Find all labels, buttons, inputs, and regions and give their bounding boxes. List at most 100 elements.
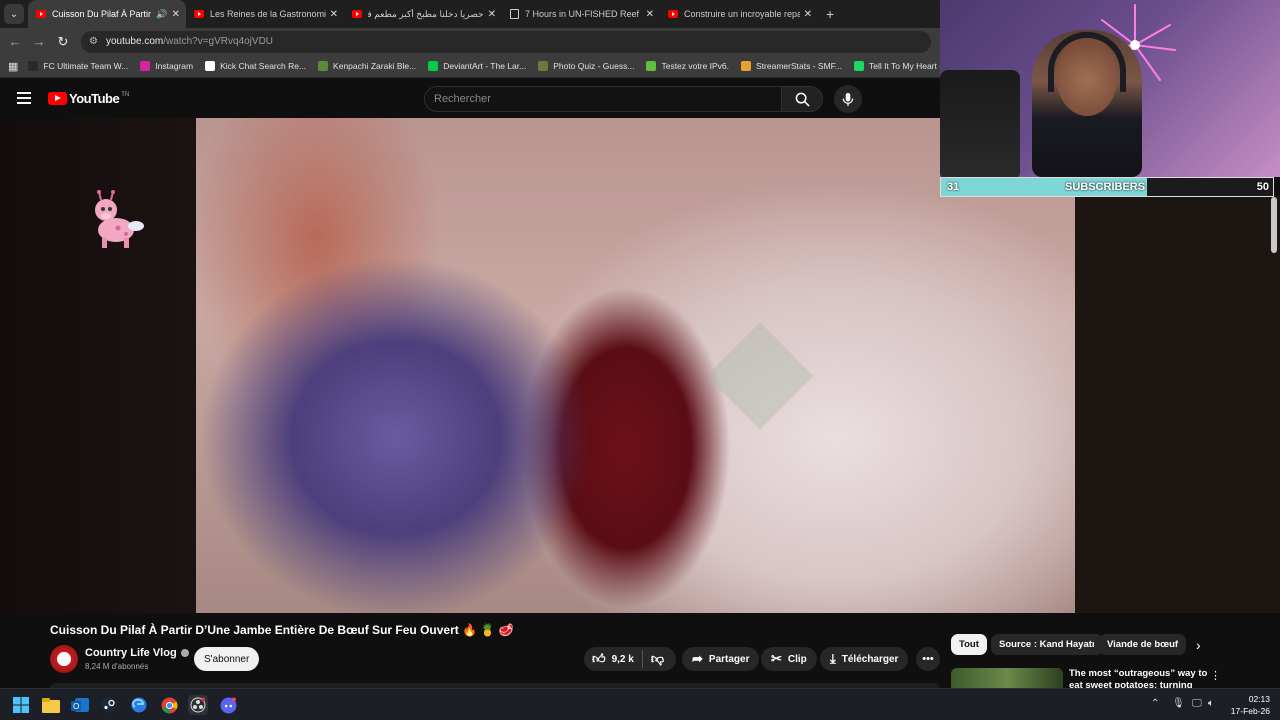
youtube-icon xyxy=(352,10,362,18)
chair xyxy=(940,70,1020,177)
microphone-tray-icon[interactable]: 🎙︎ xyxy=(1172,698,1185,709)
logo-text: YouTube xyxy=(69,91,120,106)
bookmark-item[interactable]: Kick Chat Search Re... xyxy=(205,61,306,71)
page-icon xyxy=(510,9,519,19)
windows-start-icon[interactable] xyxy=(11,695,31,715)
bookmark-label: FC Ultimate Team W... xyxy=(43,61,129,71)
subscriber-goal: 50 xyxy=(1256,181,1269,193)
more-icon: ••• xyxy=(922,653,934,665)
bookmark-item[interactable]: DeviantArt - The Lar... xyxy=(428,61,526,71)
bookmark-favicon-icon xyxy=(646,61,657,71)
system-clock[interactable]: 02:13 17-Feb-26 xyxy=(1231,693,1270,717)
chip-beef[interactable]: Viande de bœuf xyxy=(1099,634,1187,655)
tab-search-dropdown-icon[interactable]: ⌄ xyxy=(4,4,24,24)
show-hidden-icons-icon[interactable]: ⌃ xyxy=(1151,698,1159,709)
thumbs-up-icon: 👍︎ xyxy=(592,651,606,666)
page-scrollbar[interactable] xyxy=(1271,197,1277,253)
bookmark-item[interactable]: StreamerStats - SMF... xyxy=(741,61,842,71)
youtube-icon xyxy=(36,10,46,18)
close-tab-icon[interactable]: ✕ xyxy=(172,9,180,20)
volume-icon[interactable]: 🔈︎ xyxy=(1208,698,1214,709)
giraffe-sticker-icon xyxy=(95,190,144,248)
like-button[interactable]: 👍︎ 9,2 k xyxy=(584,650,643,668)
youtube-logo[interactable]: YouTube TN xyxy=(48,91,129,106)
channel-name: Country Life Vlog xyxy=(85,647,177,659)
bookmark-item[interactable]: Photo Quiz - Guess... xyxy=(538,61,634,71)
discord-icon[interactable] xyxy=(218,695,238,715)
close-tab-icon[interactable]: ✕ xyxy=(804,9,812,20)
bookmark-label: Instagram xyxy=(155,61,194,71)
obs-icon[interactable] xyxy=(188,695,208,715)
apps-grid-icon[interactable]: ▦ xyxy=(8,60,18,73)
close-tab-icon[interactable]: ✕ xyxy=(488,9,496,20)
subscriber-label: SUBSCRIBERS xyxy=(1065,181,1146,193)
bookmark-item[interactable]: FC Ultimate Team W... xyxy=(28,61,128,71)
bookmark-label: Photo Quiz - Guess... xyxy=(553,61,635,71)
clip-label: Clip xyxy=(787,653,807,665)
bookmark-item[interactable]: Kenpachi Zaraki Ble... xyxy=(318,61,416,71)
steam-icon[interactable] xyxy=(99,695,119,715)
bookmark-label: Testez votre IPv6. xyxy=(661,61,730,71)
subscribe-button[interactable]: S'abonner xyxy=(194,647,260,671)
bookmarks-bar: ▦ FC Ultimate Team W... Instagram Kick Cha… xyxy=(0,55,999,78)
bookmark-item[interactable]: Tell It To My Heart -... xyxy=(854,61,949,71)
file-explorer-icon[interactable] xyxy=(41,695,61,715)
bookmark-label: Kenpachi Zaraki Ble... xyxy=(333,61,417,71)
bookmark-favicon-icon xyxy=(28,61,39,71)
dislike-button[interactable]: 👎︎ xyxy=(643,651,672,667)
bookmark-item[interactable]: Instagram xyxy=(140,61,193,71)
streamer-webcam xyxy=(940,0,1280,177)
browser-tab[interactable]: حصريا دخلنا مطبخ أكبر مطعم في ✕ xyxy=(344,0,502,28)
clock-date: 17-Feb-26 xyxy=(1230,706,1270,716)
microphone-icon xyxy=(842,92,854,106)
taskbar: O ⌃ 🎙︎ 🖵︎ 🔈︎ 02:13 17-Feb-26 xyxy=(0,688,1280,720)
bookmark-label: StreamerStats - SMF... xyxy=(756,61,842,71)
more-actions-button[interactable]: ••• xyxy=(916,647,940,671)
network-icon[interactable]: 🖵︎ xyxy=(1192,698,1202,709)
download-button[interactable]: ⤓ Télécharger xyxy=(820,647,909,671)
outlook-icon[interactable]: O xyxy=(70,695,90,715)
chrome-icon[interactable] xyxy=(159,695,179,715)
url-field[interactable]: ⚙ youtube.com/watch?v=gVRvq4ojVDU xyxy=(81,30,931,53)
site-info-icon[interactable]: ⚙ xyxy=(89,36,98,47)
close-tab-icon[interactable]: ✕ xyxy=(330,9,338,20)
clock-time: 02:13 xyxy=(1248,694,1270,704)
forward-icon[interactable]: → xyxy=(27,34,51,49)
voice-search-button[interactable] xyxy=(834,85,862,113)
kebab-menu-icon[interactable]: ⋮ xyxy=(1210,669,1221,682)
new-tab-icon[interactable]: + xyxy=(826,6,834,22)
thumbs-down-icon: 👎︎ xyxy=(650,651,665,666)
browser-tab[interactable]: 7 Hours in UN-FISHED Reef Hol ✕ xyxy=(502,0,660,28)
share-button[interactable]: ➦ Partager xyxy=(682,647,760,671)
browser-tab[interactable]: Les Reines de la Gastronomie du Monde ✕ xyxy=(186,0,344,28)
video-player[interactable] xyxy=(0,118,1075,613)
subscriber-count: 8,24 M d'abonnés xyxy=(85,662,149,671)
clip-button[interactable]: ✂ Clip xyxy=(761,647,817,671)
search-button[interactable] xyxy=(781,86,823,112)
speaker-icon[interactable]: 🔊 xyxy=(156,9,167,20)
browser-tab[interactable]: Construire un incroyable repair ✕ xyxy=(660,0,818,28)
close-tab-icon[interactable]: ✕ xyxy=(646,9,654,20)
back-icon[interactable]: ← xyxy=(3,34,27,49)
chip-all[interactable]: Tout xyxy=(951,634,987,655)
channel-avatar[interactable] xyxy=(50,645,78,673)
svg-text:O: O xyxy=(73,702,79,711)
recommendation-thumbnail[interactable] xyxy=(951,668,1063,688)
recommendation-title[interactable]: The most “outrageous” way to eat sweet p… xyxy=(1069,668,1209,688)
youtube-icon xyxy=(668,10,678,18)
bookmark-item[interactable]: Testez votre IPv6. xyxy=(646,61,729,71)
share-icon: ➦ xyxy=(692,651,703,666)
edge-icon[interactable] xyxy=(129,695,149,715)
chip-source[interactable]: Source : Kand Hayatı xyxy=(991,634,1103,655)
video-info: Cuisson Du Pilaf À Partir D’Une Jambe En… xyxy=(0,613,940,689)
browser-tab[interactable]: Cuisson Du Pilaf À Partir D'Une Jambe 🔊 … xyxy=(28,0,186,28)
channel-name-row[interactable]: Country Life Vlog xyxy=(85,647,189,659)
bookmark-favicon-icon xyxy=(205,61,216,71)
search-input[interactable]: Rechercher xyxy=(424,86,782,112)
chevron-right-icon[interactable]: › xyxy=(1196,637,1201,653)
browser-tab-strip: ⌄ Cuisson Du Pilaf À Partir D'Une Jambe … xyxy=(0,0,940,28)
reload-icon[interactable]: ↻ xyxy=(51,34,75,50)
bookmark-favicon-icon xyxy=(140,61,151,71)
menu-icon[interactable] xyxy=(17,92,31,107)
download-icon: ⤓ xyxy=(830,651,836,666)
